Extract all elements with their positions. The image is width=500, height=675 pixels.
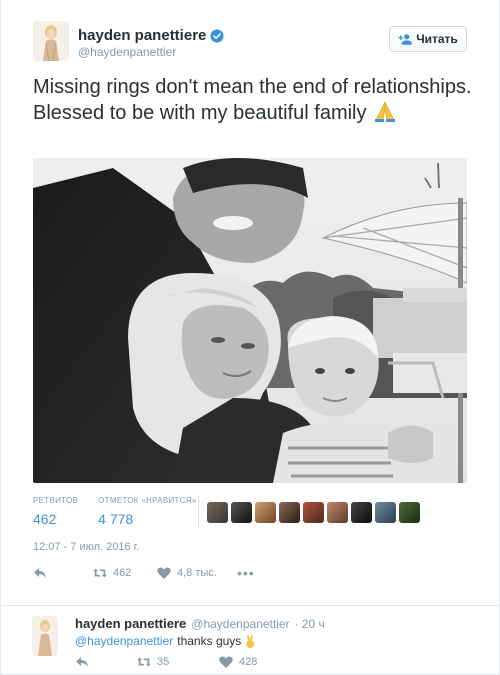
liker-avatar[interactable] bbox=[351, 502, 372, 523]
follow-button-label: Читать bbox=[416, 32, 458, 46]
follow-button[interactable]: Читать bbox=[389, 26, 467, 52]
liker-avatar[interactable] bbox=[279, 502, 300, 523]
liker-avatar[interactable] bbox=[375, 502, 396, 523]
author-handle[interactable]: @haydenpanettier bbox=[78, 45, 176, 59]
reply-reply-button[interactable] bbox=[75, 656, 115, 668]
author-name[interactable]: hayden panettiere bbox=[78, 27, 224, 44]
likes-stat[interactable]: ОТМЕТОК «НРАВИТСЯ» 4 778 bbox=[98, 496, 196, 530]
liker-avatar[interactable] bbox=[231, 502, 252, 523]
reply-like-count: 428 bbox=[239, 656, 258, 668]
reply-author-name[interactable]: hayden panettiere bbox=[75, 616, 186, 631]
reply-text-body: thanks guys bbox=[177, 634, 242, 648]
stats-divider bbox=[198, 496, 199, 528]
folded-hands-icon bbox=[375, 101, 396, 122]
reply-retweet-button[interactable]: 35 bbox=[137, 656, 197, 668]
retweets-value[interactable]: 462 bbox=[33, 511, 78, 527]
heart-icon bbox=[219, 656, 233, 668]
reply-like-button[interactable]: 428 bbox=[219, 656, 257, 668]
victory-hand-icon bbox=[246, 634, 255, 648]
reply-button[interactable] bbox=[33, 567, 93, 579]
liker-avatar[interactable] bbox=[207, 502, 228, 523]
like-button[interactable]: 4,8 тыс. bbox=[157, 567, 237, 579]
author-avatar[interactable] bbox=[33, 21, 69, 61]
reply-actions: 35 428 bbox=[75, 656, 279, 668]
reply-icon bbox=[76, 657, 88, 667]
liker-avatar[interactable] bbox=[303, 502, 324, 523]
liker-avatar[interactable] bbox=[327, 502, 348, 523]
retweets-stat[interactable]: РЕТВИТОВ 462 bbox=[33, 496, 78, 530]
tweet-photo[interactable] bbox=[33, 158, 467, 483]
more-options-button[interactable]: ••• bbox=[237, 565, 255, 581]
reply-author-handle[interactable]: @haydenpanettier bbox=[191, 617, 289, 631]
likes-label: ОТМЕТОК «НРАВИТСЯ» bbox=[98, 496, 197, 505]
reply-author-avatar[interactable] bbox=[32, 616, 58, 656]
liker-avatars bbox=[207, 502, 420, 523]
tweet-actions: 462 4,8 тыс. ••• bbox=[33, 565, 255, 581]
tweet-text: Missing rings don't mean the end of rela… bbox=[33, 75, 473, 126]
retweet-icon bbox=[137, 657, 151, 667]
likes-value[interactable]: 4 778 bbox=[98, 511, 196, 527]
heart-icon bbox=[157, 567, 171, 579]
retweet-button[interactable]: 462 bbox=[93, 567, 157, 579]
retweets-label: РЕТВИТОВ bbox=[33, 496, 79, 505]
reply-time[interactable]: · 20 ч bbox=[295, 617, 325, 631]
retweet-count: 462 bbox=[113, 567, 132, 579]
reply-mention-link[interactable]: @haydenpanettier bbox=[75, 634, 173, 648]
like-count: 4,8 тыс. bbox=[177, 567, 217, 579]
reply-separator bbox=[1, 605, 500, 606]
reply-icon bbox=[34, 568, 46, 578]
liker-avatar[interactable] bbox=[255, 502, 276, 523]
author-name-text[interactable]: hayden panettiere bbox=[78, 27, 206, 44]
tweet-timestamp[interactable]: 12:07 - 7 июл. 2016 г. bbox=[33, 541, 139, 553]
tweet-text-body: Missing rings don't mean the end of rela… bbox=[33, 76, 472, 124]
add-user-icon bbox=[398, 34, 413, 45]
tweet-stats: РЕТВИТОВ 462 ОТМЕТОК «НРАВИТСЯ» 4 778 bbox=[33, 496, 217, 530]
tweet-card: hayden panettiere @haydenpanettier Читат… bbox=[0, 0, 500, 675]
reply-retweet-count: 35 bbox=[157, 656, 170, 668]
reply-header: hayden panettiere @haydenpanettier · 20 … bbox=[75, 616, 325, 631]
verified-badge-icon bbox=[210, 28, 224, 43]
retweet-icon bbox=[93, 568, 107, 578]
liker-avatar[interactable] bbox=[399, 502, 420, 523]
reply-text: @haydenpanettier thanks guys bbox=[75, 634, 256, 648]
